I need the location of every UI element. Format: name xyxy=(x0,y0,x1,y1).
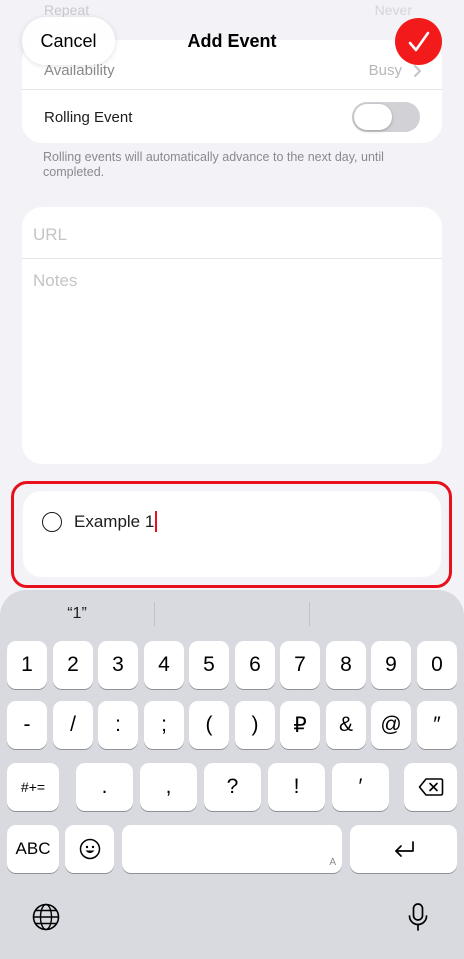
suggestion-3[interactable] xyxy=(330,598,440,630)
key-abc[interactable]: ABC xyxy=(7,825,59,873)
key-exclamation[interactable]: ! xyxy=(268,763,325,811)
key-open-paren[interactable]: ( xyxy=(189,701,229,749)
rolling-event-toggle[interactable] xyxy=(352,102,420,132)
space-key[interactable]: A xyxy=(122,825,342,873)
url-input[interactable] xyxy=(33,220,431,250)
key-more-symbols[interactable]: #+= xyxy=(7,763,59,811)
emoji-icon xyxy=(79,838,100,860)
highlight-box xyxy=(11,481,452,588)
suggestion-divider xyxy=(154,602,155,626)
notes-input[interactable] xyxy=(33,271,431,451)
return-key[interactable] xyxy=(350,825,457,873)
key-at[interactable]: @ xyxy=(371,701,411,749)
url-notes-card xyxy=(22,207,442,464)
delete-key[interactable] xyxy=(404,763,457,811)
key-semicolon[interactable]: ; xyxy=(144,701,184,749)
nav-bar: Cancel Add Event xyxy=(0,0,464,90)
key-0[interactable]: 0 xyxy=(417,641,457,689)
key-hyphen[interactable]: - xyxy=(7,701,47,749)
key-4[interactable]: 4 xyxy=(144,641,184,689)
key-question[interactable]: ? xyxy=(204,763,261,811)
globe-key[interactable] xyxy=(29,900,63,934)
key-2[interactable]: 2 xyxy=(53,641,93,689)
globe-icon xyxy=(32,903,60,931)
microphone-icon xyxy=(408,903,428,931)
rolling-event-label: Rolling Event xyxy=(44,108,133,126)
key-colon[interactable]: : xyxy=(98,701,138,749)
keyboard: “1” 1 2 3 4 5 6 7 8 9 0 - / : ; ( ) ₽ & … xyxy=(0,590,464,959)
key-8[interactable]: 8 xyxy=(326,641,366,689)
dictation-key[interactable] xyxy=(401,900,435,934)
return-icon xyxy=(394,841,414,857)
key-double-prime[interactable]: ″ xyxy=(417,701,457,749)
emoji-key[interactable] xyxy=(65,825,114,873)
confirm-button[interactable] xyxy=(395,18,442,65)
key-6[interactable]: 6 xyxy=(235,641,275,689)
delete-icon xyxy=(418,778,443,796)
key-comma[interactable]: , xyxy=(140,763,197,811)
checkmark-icon xyxy=(408,31,429,51)
key-9[interactable]: 9 xyxy=(371,641,411,689)
divider xyxy=(22,258,442,259)
suggestion-1[interactable]: “1” xyxy=(22,598,132,630)
rolling-event-row: Rolling Event xyxy=(22,91,442,143)
key-ampersand[interactable]: & xyxy=(326,701,366,749)
key-period[interactable]: . xyxy=(76,763,133,811)
key-3[interactable]: 3 xyxy=(98,641,138,689)
key-1[interactable]: 1 xyxy=(7,641,47,689)
key-close-paren[interactable]: ) xyxy=(235,701,275,749)
key-7[interactable]: 7 xyxy=(280,641,320,689)
toggle-knob xyxy=(354,104,392,130)
rolling-event-footnote: Rolling events will automatically advanc… xyxy=(43,150,384,179)
suggestion-bar: “1” xyxy=(0,598,464,630)
suggestion-divider xyxy=(309,602,310,626)
key-ruble[interactable]: ₽ xyxy=(280,701,320,749)
suggestion-2[interactable] xyxy=(176,598,286,630)
key-prime[interactable]: ′ xyxy=(332,763,389,811)
space-key-hint: A xyxy=(329,857,336,868)
key-slash[interactable]: / xyxy=(53,701,93,749)
add-event-screen: Repeat Never Availability Busy Rolling E… xyxy=(0,0,464,959)
key-5[interactable]: 5 xyxy=(189,641,229,689)
